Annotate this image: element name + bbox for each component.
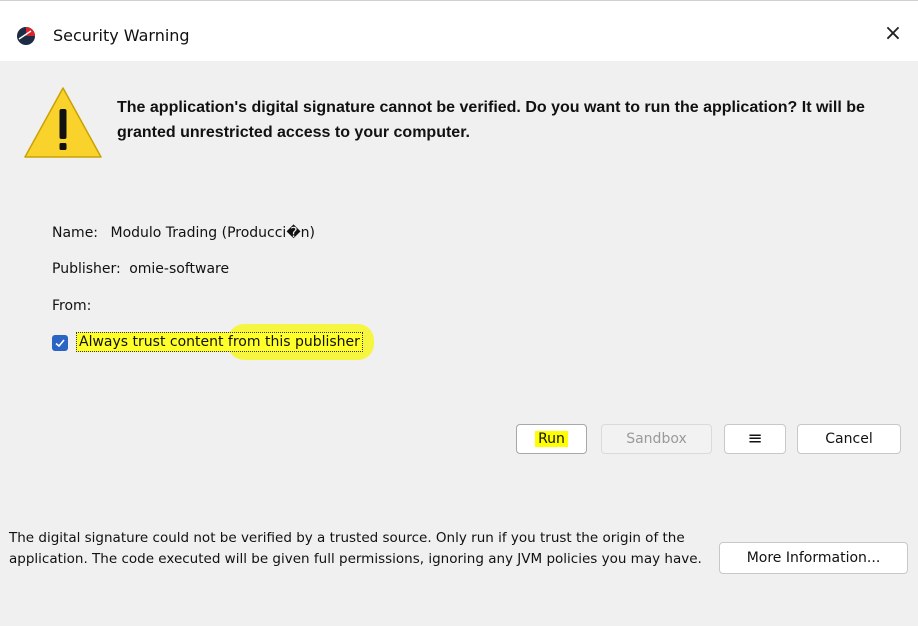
security-warning-dialog: Security Warning × The application's dig… (0, 0, 918, 626)
name-value: Modulo Trading (Producci�n) (110, 225, 316, 241)
close-icon[interactable]: × (876, 19, 910, 49)
checkmark-icon (55, 339, 65, 348)
publisher-row: Publisher: omie-software (52, 261, 229, 277)
publisher-label: Publisher: (52, 261, 121, 277)
warning-triangle-icon (24, 87, 102, 158)
menu-button[interactable]: ≡ (724, 424, 786, 454)
cancel-button[interactable]: Cancel (797, 424, 901, 454)
from-row: From: (52, 298, 99, 314)
from-label: From: (52, 298, 92, 314)
warning-headline: The application's digital signature cann… (117, 99, 865, 141)
name-label: Name: (52, 225, 99, 241)
sandbox-button[interactable]: Sandbox (601, 424, 712, 454)
java-app-icon (17, 27, 35, 45)
app-name-row: Name: Modulo Trading (Producci�n) (52, 225, 315, 241)
publisher-value: omie-software (129, 261, 230, 277)
title-bar: Security Warning × (0, 1, 918, 61)
always-trust-label[interactable]: Always trust content from this publisher (76, 332, 363, 352)
footer-message: The digital signature could not be verif… (9, 530, 702, 567)
always-trust-checkbox[interactable] (52, 335, 68, 351)
run-button[interactable]: Run (516, 424, 587, 454)
window-title: Security Warning (53, 26, 190, 45)
run-button-label: Run (535, 431, 568, 447)
more-information-button[interactable]: More Information... (719, 542, 908, 574)
